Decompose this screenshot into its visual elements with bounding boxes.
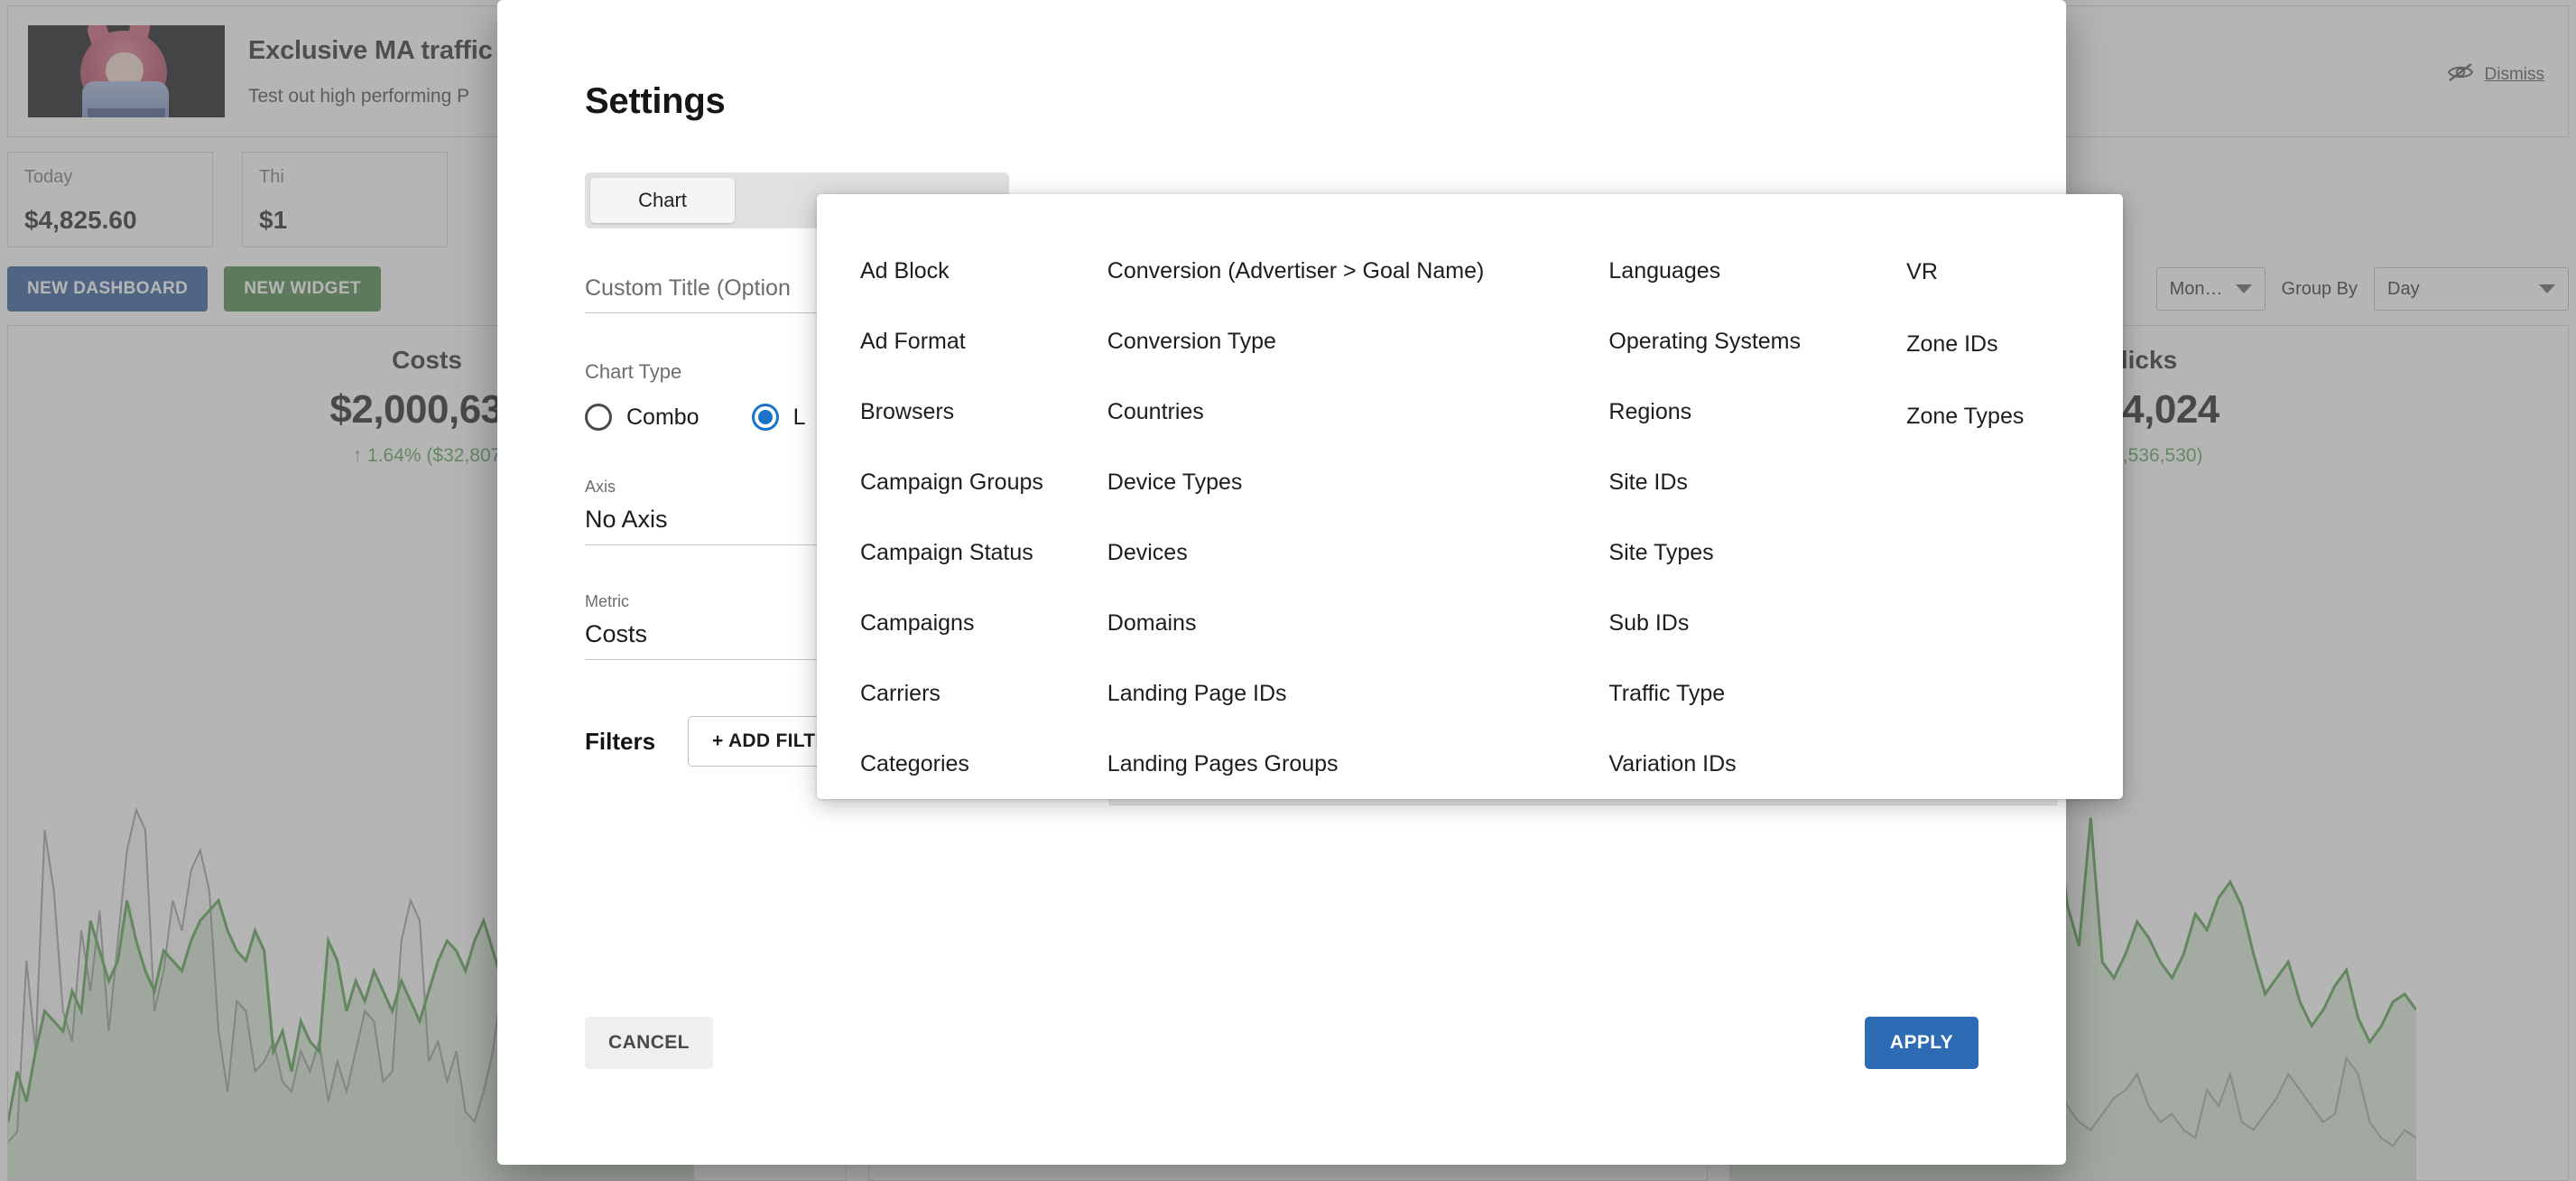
dialog-title: Settings (585, 81, 726, 121)
group-by-value: Day (2387, 278, 2420, 299)
dropdown-item[interactable]: Browsers (860, 377, 1107, 447)
eye-off-icon (2447, 62, 2474, 88)
dropdown-item[interactable]: Ad Block (860, 236, 1107, 306)
dropdown-item[interactable]: Zone IDs (1906, 308, 2123, 380)
kpi-value: $1 (259, 206, 288, 234)
dropdown-column-2: Conversion (Advertiser > Goal Name) Conv… (1107, 236, 1609, 799)
radio-icon (585, 404, 612, 431)
apply-button[interactable]: APPLY (1864, 1017, 1978, 1069)
filters-title: Filters (585, 727, 656, 755)
group-by-select[interactable]: Day (2374, 267, 2569, 311)
chevron-down-icon (2539, 284, 2555, 293)
date-range-select[interactable]: Mon… (2155, 267, 2266, 311)
chevron-down-icon (2235, 284, 2252, 293)
filter-dimension-dropdown[interactable]: Ad Block Ad Format Browsers Campaign Gro… (817, 194, 2123, 799)
kpi-value: $4,825.60 (24, 206, 137, 234)
dropdown-item[interactable]: Devices (1107, 517, 1609, 588)
dropdown-item[interactable]: Variation IDs (1608, 729, 1906, 799)
dropdown-item[interactable]: Zone Types (1906, 380, 2123, 452)
radio-line-label: L (792, 404, 806, 430)
dropdown-item[interactable]: Languages (1608, 236, 1906, 306)
promo-subtitle: Test out high performing P (248, 85, 470, 107)
dropdown-item[interactable]: Domains (1107, 588, 1609, 658)
radio-line[interactable]: L (751, 404, 806, 431)
dropdown-item[interactable]: Site IDs (1608, 447, 1906, 517)
dropdown-item[interactable]: Countries (1107, 377, 1609, 447)
dropdown-item[interactable]: Traffic Type (1608, 658, 1906, 729)
dropdown-column-3: Languages Operating Systems Regions Site… (1608, 236, 1906, 799)
dropdown-item[interactable]: Ad Format (860, 306, 1107, 377)
kpi-tile: Today $4,825.60 (7, 152, 213, 247)
dropdown-item[interactable]: Sub IDs (1608, 588, 1906, 658)
dropdown-item[interactable]: Campaign Status (860, 517, 1107, 588)
dropdown-item[interactable]: Campaigns (860, 588, 1107, 658)
promo-thumbnail (28, 25, 225, 117)
new-widget-button[interactable]: NEW WIDGET (224, 266, 381, 312)
dropdown-item[interactable]: Device Types (1107, 447, 1609, 517)
radio-combo-label: Combo (626, 404, 700, 430)
promo-title: Exclusive MA traffic (248, 35, 493, 65)
dropdown-item[interactable]: Carriers (860, 658, 1107, 729)
dropdown-item[interactable]: Regions (1608, 377, 1906, 447)
dismiss-label: Dismiss (2484, 65, 2545, 84)
new-dashboard-button[interactable]: NEW DASHBOARD (7, 266, 208, 312)
dropdown-item[interactable]: Conversion Type (1107, 306, 1609, 377)
kpi-tile: Thi $1 (242, 152, 448, 247)
cancel-button[interactable]: CANCEL (585, 1017, 713, 1069)
radio-combo[interactable]: Combo (585, 404, 700, 431)
dropdown-item[interactable]: Categories (860, 729, 1107, 799)
dropdown-column-4: VR Zone IDs Zone Types (1906, 236, 2123, 799)
dropdown-item[interactable]: Landing Pages Groups (1107, 729, 1609, 799)
group-by-label: Group By (2281, 278, 2358, 299)
tab-chart[interactable]: Chart (590, 178, 735, 223)
dropdown-item[interactable]: Campaign Groups (860, 447, 1107, 517)
date-range-value: Mon… (2169, 278, 2223, 299)
dropdown-item[interactable]: VR (1906, 236, 2123, 308)
dropdown-item[interactable]: Conversion (Advertiser > Goal Name) (1107, 236, 1609, 306)
dropdown-item[interactable]: Site Types (1608, 517, 1906, 588)
dropdown-column-1: Ad Block Ad Format Browsers Campaign Gro… (817, 236, 1107, 799)
radio-icon-selected (751, 404, 779, 431)
dismiss-button[interactable]: Dismiss (2447, 62, 2545, 88)
dialog-actions: CANCEL APPLY (497, 1017, 2066, 1069)
kpi-label: Today (24, 167, 73, 187)
dropdown-item[interactable]: Landing Page IDs (1107, 658, 1609, 729)
kpi-label: Thi (259, 167, 284, 187)
dropdown-item[interactable]: Operating Systems (1608, 306, 1906, 377)
